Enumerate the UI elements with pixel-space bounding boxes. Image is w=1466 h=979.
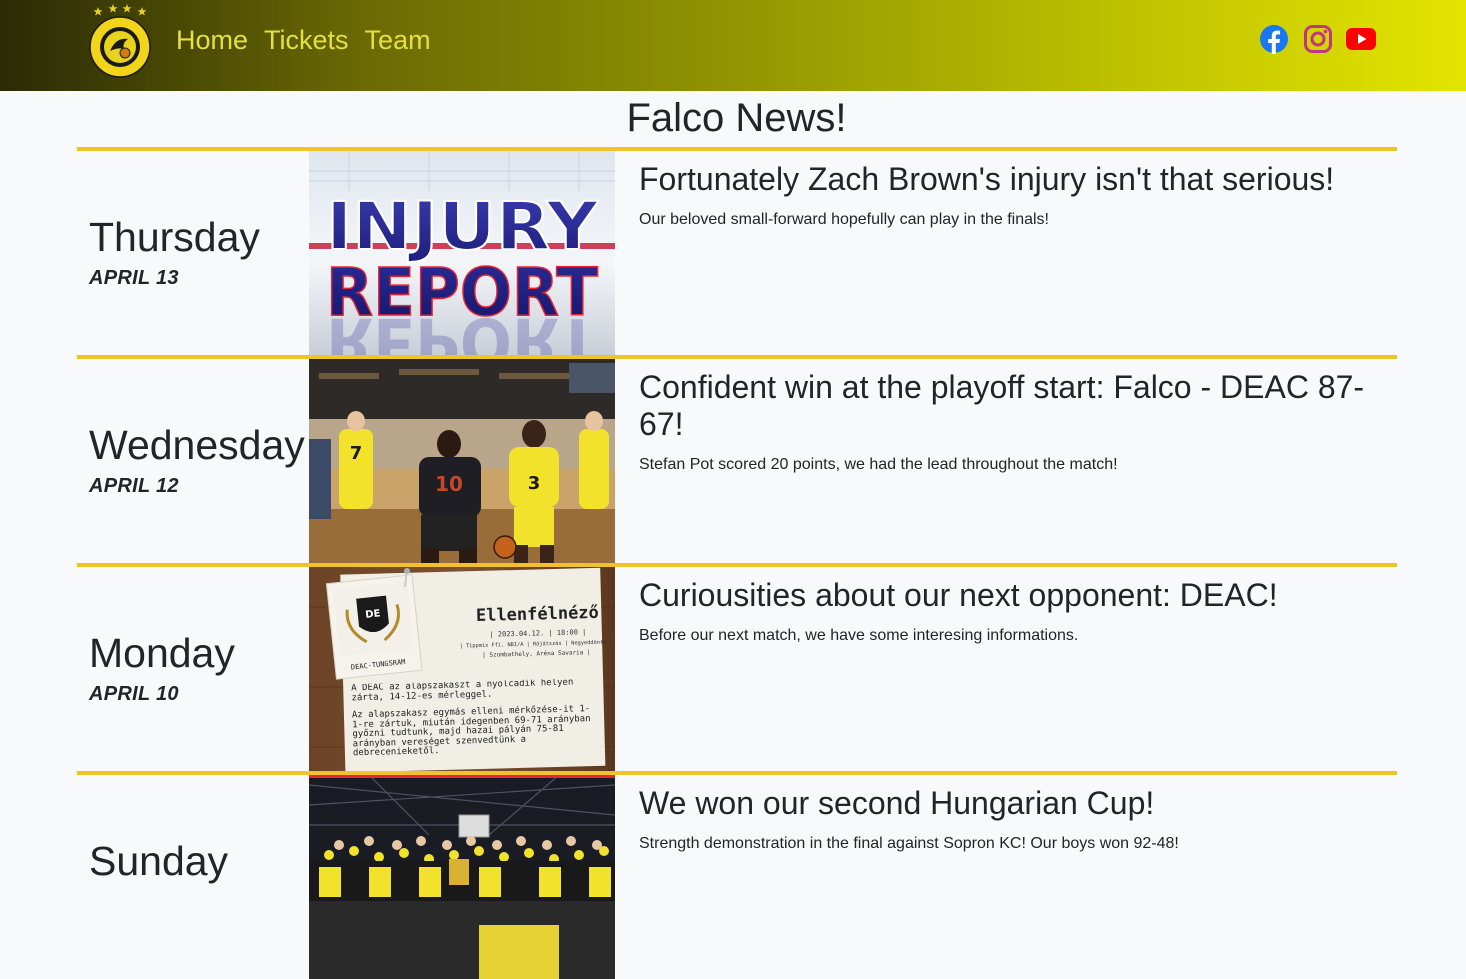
news-image-injury-report[interactable]: INJURY REPORT REPORT bbox=[309, 151, 615, 355]
news-image-opponent-preview[interactable]: Ellenfélnéző | 2023.04.12. | 18:00 | | T… bbox=[309, 567, 615, 771]
news-summary: Our beloved small-forward hopefully can … bbox=[639, 211, 1049, 228]
news-image-basketball-game[interactable]: 3 10 7 bbox=[309, 359, 615, 563]
nav-links: Home Tickets Team bbox=[176, 22, 431, 58]
svg-text:7: 7 bbox=[350, 443, 363, 464]
facebook-icon[interactable] bbox=[1258, 23, 1290, 55]
news-item: Sunday We won our second Hungarian Cup! … bbox=[77, 771, 1397, 979]
news-item: Thursday APRIL 13 INJURY REPORT REPORT F… bbox=[77, 147, 1397, 355]
news-headline[interactable]: Fortunately Zach Brown's injury isn't th… bbox=[639, 161, 1389, 198]
news-item: Monday APRIL 10 Ellenfélnéző | 2023.04.1… bbox=[77, 563, 1397, 771]
news-date-label: APRIL 12 bbox=[89, 475, 179, 497]
news-date-label: APRIL 13 bbox=[89, 267, 179, 289]
news-date: Wednesday APRIL 12 bbox=[89, 421, 309, 498]
nav-tickets[interactable]: Tickets bbox=[264, 22, 349, 58]
news-date: Sunday bbox=[89, 837, 309, 891]
report-reflection: REPORT bbox=[326, 303, 598, 355]
news-image-cup-celebration[interactable] bbox=[309, 775, 615, 979]
falco-logo[interactable] bbox=[86, 3, 154, 79]
youtube-icon[interactable] bbox=[1345, 23, 1377, 55]
news-weekday: Thursday bbox=[89, 214, 260, 260]
news-body: Curiousities about our next opponent: DE… bbox=[639, 577, 1389, 648]
news-weekday: Monday bbox=[89, 630, 235, 676]
news-summary: Strength demonstration in the final agai… bbox=[639, 835, 1179, 852]
news-body: Confident win at the playoff start: Falc… bbox=[639, 369, 1389, 477]
news-headline[interactable]: Curiousities about our next opponent: DE… bbox=[639, 577, 1389, 614]
svg-text:3: 3 bbox=[528, 473, 541, 494]
news-date-label: APRIL 10 bbox=[89, 683, 179, 705]
news-summary: Stefan Pot scored 20 points, we had the … bbox=[639, 456, 1118, 473]
image-paragraph-2: Az alapszakasz egymás elleni mérkőzése-i… bbox=[351, 704, 591, 759]
news-headline[interactable]: We won our second Hungarian Cup! bbox=[639, 785, 1389, 822]
news-item: Wednesday APRIL 12 3 10 7 Confident win … bbox=[77, 355, 1397, 563]
image-title: Ellenfélnéző bbox=[476, 603, 599, 626]
news-body: Fortunately Zach Brown's injury isn't th… bbox=[639, 161, 1389, 232]
news-date: Monday APRIL 10 bbox=[89, 629, 309, 706]
svg-text:DE: DE bbox=[365, 608, 381, 621]
news-body: We won our second Hungarian Cup! Strengt… bbox=[639, 785, 1389, 856]
news-headline[interactable]: Confident win at the playoff start: Falc… bbox=[639, 369, 1389, 443]
page-title: Falco News! bbox=[626, 96, 847, 140]
news-summary: Before our next match, we have some inte… bbox=[639, 627, 1079, 644]
news-weekday: Wednesday bbox=[89, 422, 305, 468]
news-weekday: Sunday bbox=[89, 838, 229, 884]
nav-home[interactable]: Home bbox=[176, 22, 248, 58]
news-list: Thursday APRIL 13 INJURY REPORT REPORT F… bbox=[77, 147, 1397, 979]
nav-team[interactable]: Team bbox=[365, 22, 431, 58]
instagram-icon[interactable] bbox=[1302, 23, 1334, 55]
navbar: Home Tickets Team bbox=[0, 0, 1466, 91]
svg-text:10: 10 bbox=[435, 472, 463, 496]
news-date: Thursday APRIL 13 bbox=[89, 213, 309, 290]
